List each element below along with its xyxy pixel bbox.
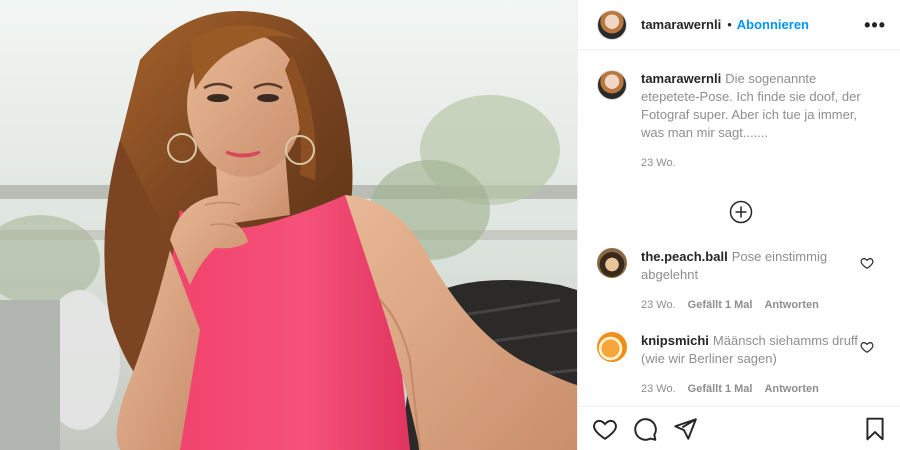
header-separator: • xyxy=(727,17,732,32)
post-photo[interactable] xyxy=(0,0,577,450)
load-more-comments xyxy=(597,200,884,224)
caption-age[interactable]: 23 Wo. xyxy=(641,154,676,172)
caption-meta: 23 Wo. xyxy=(641,154,863,172)
comment-age[interactable]: 23 Wo. xyxy=(641,380,676,398)
comment-like-heart-icon[interactable] xyxy=(860,340,874,354)
follow-button[interactable]: Abonnieren xyxy=(737,17,809,32)
comment-likes[interactable]: Gefällt 1 Mal xyxy=(688,296,753,314)
author-avatar[interactable] xyxy=(597,9,627,40)
comment-meta: 23 Wo. Gefällt 1 Mal Antworten xyxy=(641,296,863,314)
reply-button[interactable]: Antworten xyxy=(764,380,818,398)
instagram-post: tamarawernli • Abonnieren ••• tamarawern… xyxy=(0,0,900,450)
comment-username[interactable]: knipsmichi xyxy=(641,333,709,348)
post-photo-illustration xyxy=(0,0,577,450)
caption: tamarawernli Die sogenannte etepetete-Pos… xyxy=(597,70,884,172)
plus-circle-icon[interactable] xyxy=(729,200,753,224)
send-icon[interactable] xyxy=(672,416,698,442)
post-sidebar: tamarawernli • Abonnieren ••• tamarawern… xyxy=(577,0,900,450)
post-header: tamarawernli • Abonnieren ••• xyxy=(578,0,900,50)
comment-avatar[interactable] xyxy=(597,248,627,278)
bookmark-icon[interactable] xyxy=(862,416,888,442)
comment-item: the.peach.ball Pose einstimmig abgelehnt … xyxy=(597,248,884,314)
comment-body: the.peach.ball Pose einstimmig abgelehnt … xyxy=(641,248,863,314)
comment-avatar[interactable] xyxy=(597,332,627,362)
caption-body: tamarawernli Die sogenannte etepetete-Pos… xyxy=(641,70,863,172)
comment-body: knipsmichi Määnsch siehamms druff (wie wi… xyxy=(641,332,863,398)
post-actions-bar xyxy=(578,406,900,450)
reply-button[interactable]: Antworten xyxy=(764,296,818,314)
comment-item: knipsmichi Määnsch siehamms druff (wie wi… xyxy=(597,332,884,398)
comment-age[interactable]: 23 Wo. xyxy=(641,296,676,314)
comment-icon[interactable] xyxy=(632,416,658,442)
comment-meta: 23 Wo. Gefällt 1 Mal Antworten xyxy=(641,380,863,398)
comment-likes[interactable]: Gefällt 1 Mal xyxy=(688,380,753,398)
comment-username[interactable]: the.peach.ball xyxy=(641,249,728,264)
caption-username[interactable]: tamarawernli xyxy=(641,71,721,86)
author-username[interactable]: tamarawernli xyxy=(641,17,721,32)
more-options-icon[interactable]: ••• xyxy=(864,16,886,34)
heart-icon[interactable] xyxy=(592,416,618,442)
caption-avatar[interactable] xyxy=(597,70,627,100)
comments-panel[interactable]: tamarawernli Die sogenannte etepetete-Pos… xyxy=(578,50,900,406)
comment-like-heart-icon[interactable] xyxy=(860,256,874,270)
